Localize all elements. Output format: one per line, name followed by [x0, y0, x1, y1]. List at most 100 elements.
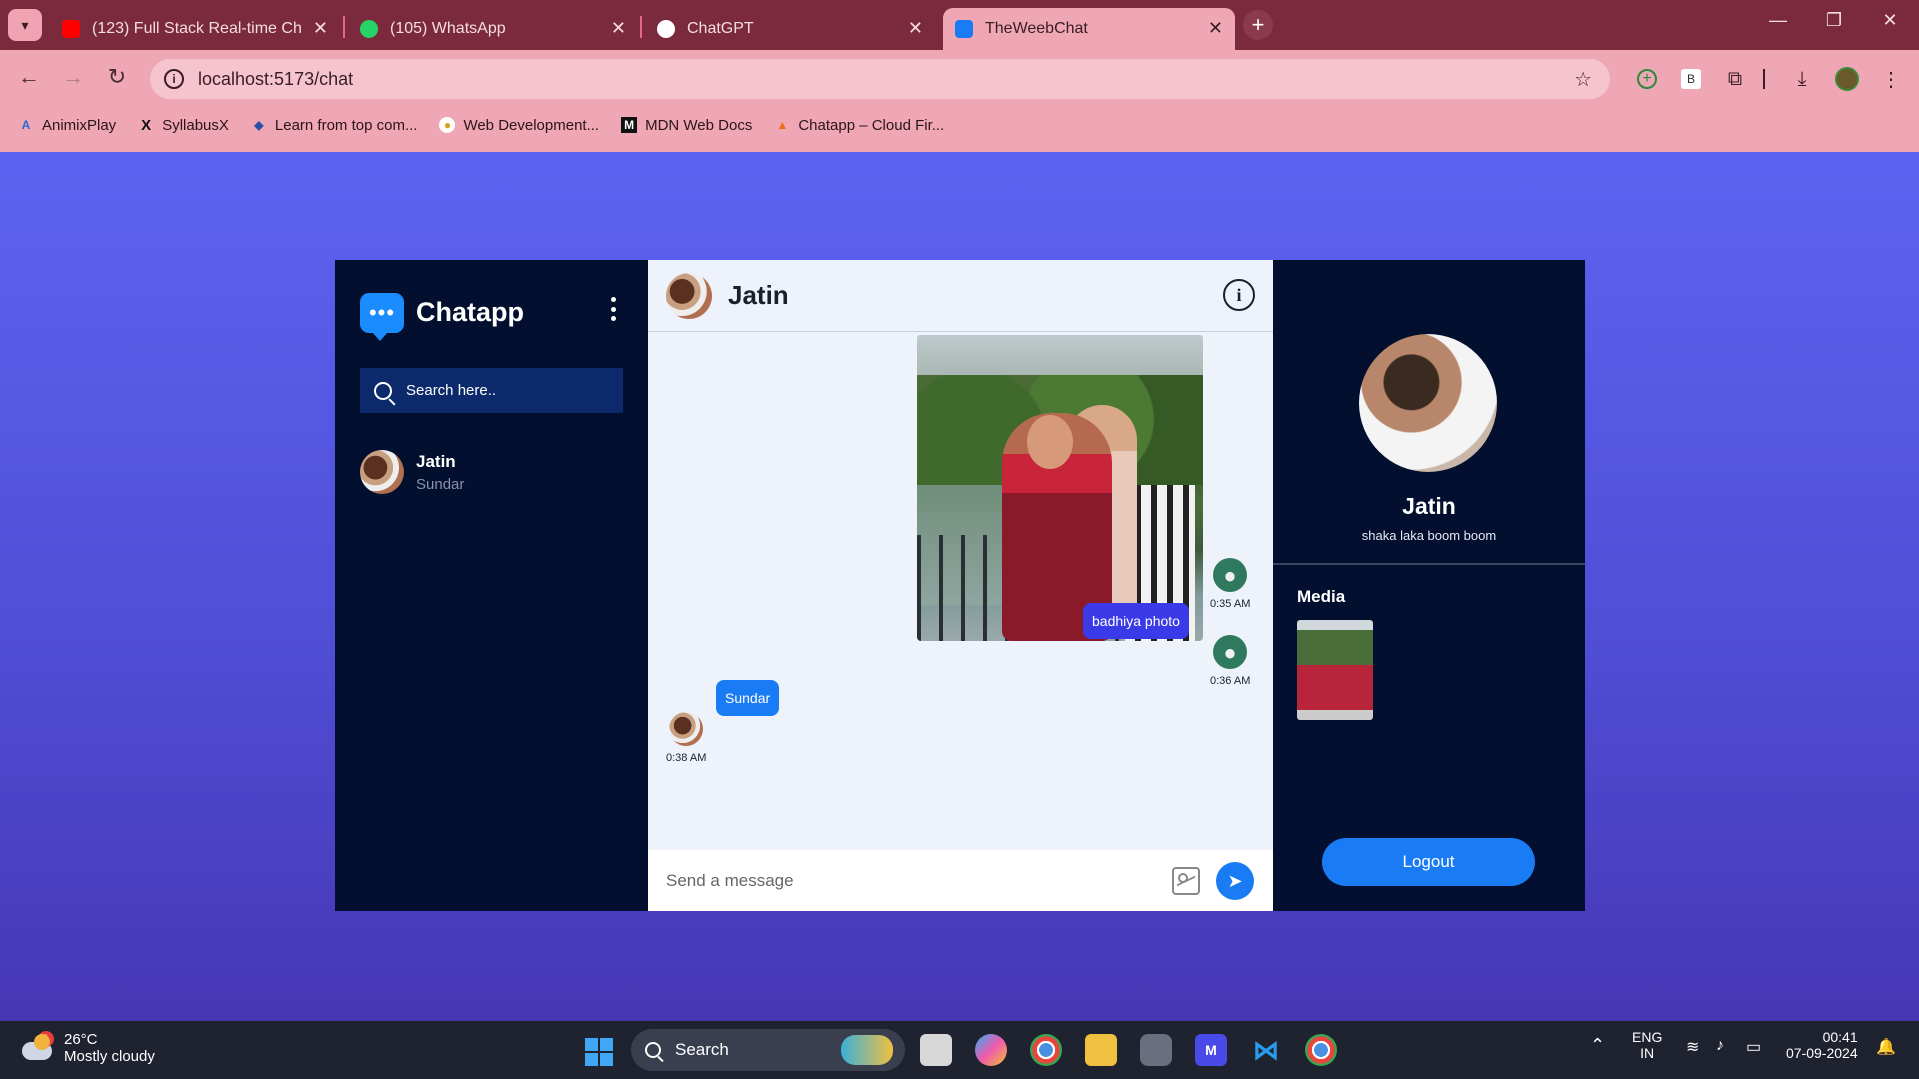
clock-date: 07-09-2024 [1786, 1045, 1858, 1061]
cloudy-weather-icon: 1 [22, 1031, 56, 1062]
back-icon[interactable]: ← [14, 64, 44, 90]
file-explorer-icon[interactable] [1085, 1034, 1117, 1066]
bookmark-webdev[interactable]: ● Web Development... [439, 117, 599, 134]
task-view-icon[interactable] [920, 1034, 952, 1066]
message-composer: ➤ [648, 850, 1273, 911]
volume-icon[interactable]: ♪ [1716, 1037, 1724, 1055]
profile-panel: Jatin shaka laka boom boom Media Logout [1273, 260, 1585, 911]
message-bubble-in: Sundar [716, 680, 780, 716]
tab-title: (105) WhatsApp [390, 20, 506, 37]
bookmark-star-icon[interactable]: ☆ [1574, 67, 1592, 92]
tab-title: TheWeebChat [985, 20, 1088, 37]
notification-badge: 1 [38, 1031, 54, 1047]
sidebar: ••• Chatapp Jatin Sundar [335, 260, 648, 911]
notification-bell-icon[interactable]: 🔔 [1876, 1037, 1896, 1057]
contact-item-jatin[interactable]: Jatin Sundar [360, 450, 464, 494]
taskbar-search-label: Search [675, 1040, 729, 1059]
message-input[interactable] [666, 870, 1146, 891]
site-info-icon[interactable]: i [164, 69, 184, 89]
bookmarks-bar: A AnimixPlay X SyllabusX ◆ Learn from top c… [0, 108, 1919, 142]
shared-photo[interactable] [917, 335, 1203, 641]
taskbar-search[interactable]: Search [631, 1029, 905, 1071]
search-input[interactable] [406, 382, 586, 399]
copilot-icon[interactable] [975, 1034, 1007, 1066]
bookmark-label: Chatapp – Cloud Fir... [798, 116, 945, 134]
clock[interactable]: 00:41 07-09-2024 [1786, 1029, 1858, 1061]
avatar [669, 712, 704, 746]
tab-title: ChatGPT [687, 20, 754, 37]
mongodb-compass-icon[interactable]: M [1195, 1034, 1227, 1066]
close-icon[interactable]: ✕ [908, 18, 923, 39]
tab-youtube[interactable]: (123) Full Stack Real-time Chat a ✕ [50, 8, 340, 50]
new-tab-button[interactable]: + [1243, 10, 1273, 40]
minimize-button[interactable]: — [1758, 10, 1798, 31]
browser-menu-icon[interactable]: ⋮ [1878, 66, 1904, 92]
download-icon[interactable]: ⤓ [1789, 66, 1815, 92]
close-icon[interactable]: ✕ [1208, 18, 1223, 39]
mdn-icon: M [621, 117, 638, 133]
toolbar-divider [1762, 66, 1766, 92]
search-highlight-icon [841, 1035, 893, 1065]
close-icon[interactable]: ✕ [611, 18, 626, 39]
extension-b-label: B [1681, 69, 1701, 89]
send-icon: ➤ [1227, 870, 1243, 891]
forward-icon[interactable]: → [58, 64, 88, 90]
show-hidden-icons[interactable]: ⌃ [1590, 1035, 1605, 1056]
webdev-icon: ● [439, 117, 456, 133]
bookmark-mdn[interactable]: M MDN Web Docs [621, 117, 752, 134]
media-thumbnail[interactable] [1297, 620, 1373, 720]
extension-b-icon[interactable]: B [1678, 66, 1704, 92]
close-window-button[interactable]: ✕ [1870, 10, 1910, 31]
send-button[interactable]: ➤ [1216, 862, 1254, 900]
app-title: Chatapp [416, 297, 524, 327]
url-text[interactable]: localhost:5173/chat [198, 69, 353, 90]
add-extension-icon[interactable]: + [1634, 66, 1660, 92]
tab-separator [640, 16, 642, 38]
profile-avatar-icon[interactable] [1834, 66, 1860, 92]
search-bar[interactable] [360, 368, 623, 413]
bookmark-learn[interactable]: ◆ Learn from top com... [251, 117, 417, 134]
message-time: 0:38 AM [666, 752, 707, 764]
chatgpt-icon [657, 20, 675, 38]
weather-desc: Mostly cloudy [64, 1048, 155, 1065]
battery-icon[interactable]: ▭ [1746, 1037, 1761, 1057]
reload-icon[interactable]: ↻ [102, 64, 132, 90]
windows-start-icon[interactable] [585, 1038, 613, 1066]
weather-temp: 26°C [64, 1031, 98, 1048]
taskbar: 1 26°C Mostly cloudy Search M ⋈ ⌃ ENG IN… [0, 1021, 1919, 1079]
close-icon[interactable]: ✕ [313, 18, 328, 39]
extensions-puzzle-icon[interactable]: ⧉ [1722, 66, 1748, 92]
settings-app-icon[interactable] [1140, 1034, 1172, 1066]
avatar[interactable] [666, 272, 712, 319]
learn-icon: ◆ [254, 118, 264, 132]
message-time: 0:35 AM [1210, 598, 1251, 610]
vscode-icon[interactable]: ⋈ [1250, 1034, 1282, 1066]
chrome-icon[interactable] [1030, 1034, 1062, 1066]
bookmark-syllabusx[interactable]: X SyllabusX [138, 117, 229, 134]
restore-button[interactable]: ❐ [1814, 10, 1854, 31]
bookmark-chatapp-firebase[interactable]: ▲ Chatapp – Cloud Fir... [774, 117, 944, 134]
search-icon [645, 1042, 661, 1058]
message-meta: 0:36 AM [1210, 635, 1250, 687]
bookmark-animixplay[interactable]: A AnimixPlay [18, 117, 117, 134]
contact-last-message: Sundar [416, 475, 465, 493]
language-indicator[interactable]: ENG IN [1632, 1029, 1662, 1061]
tab-search-button[interactable]: ▾ [8, 9, 42, 41]
bookmark-label: SyllabusX [162, 116, 229, 134]
tab-chatgpt[interactable]: ChatGPT ✕ [645, 8, 935, 50]
search-icon [374, 381, 392, 400]
logout-button[interactable]: Logout [1322, 838, 1535, 886]
message-meta: 0:38 AM [666, 712, 706, 764]
address-bar[interactable]: i localhost:5173/chat ☆ [150, 59, 1610, 99]
tab-theweebchat[interactable]: TheWeebChat ✕ [943, 8, 1235, 50]
tab-whatsapp[interactable]: (105) WhatsApp ✕ [348, 8, 638, 50]
weather-widget[interactable]: 1 26°C Mostly cloudy [22, 1031, 155, 1065]
info-icon[interactable]: i [1223, 279, 1255, 311]
chrome-profile-icon[interactable] [1305, 1034, 1337, 1066]
avatar [1213, 635, 1248, 669]
browser-toolbar: ← → ↻ i localhost:5173/chat ☆ + B ⧉ ⤓ ⋮ … [0, 50, 1919, 158]
sidebar-menu-icon[interactable] [605, 297, 621, 321]
wifi-icon[interactable]: ≋ [1686, 1037, 1699, 1057]
chat-icon [955, 20, 973, 38]
image-attach-icon[interactable] [1172, 867, 1200, 895]
